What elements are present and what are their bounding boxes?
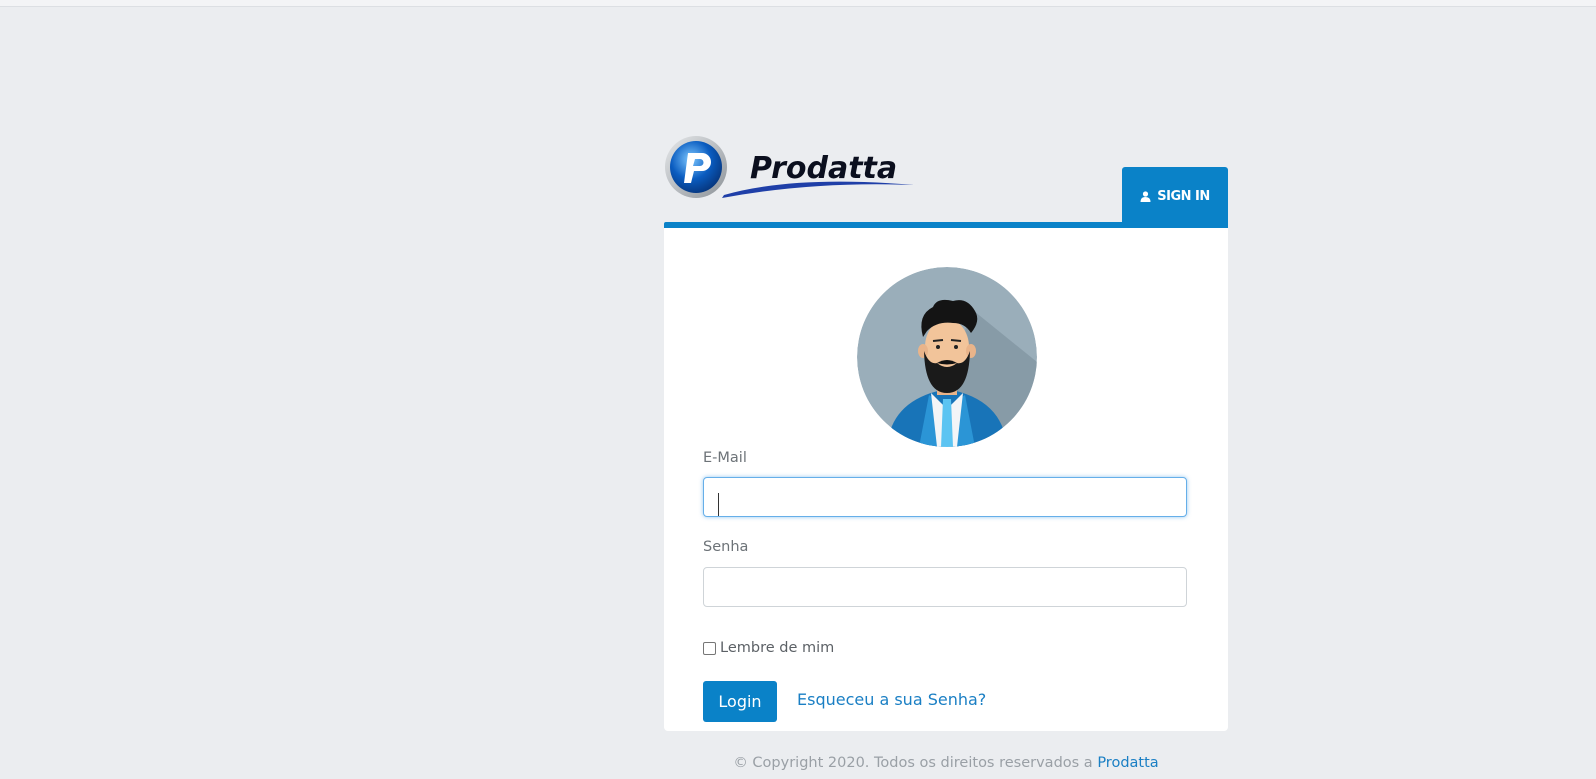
password-field[interactable] — [703, 567, 1187, 607]
prodatta-logo: Prodatta — [664, 135, 920, 201]
bearded-man-avatar-icon — [857, 267, 1037, 447]
email-field[interactable] — [703, 477, 1187, 517]
logo-text: Prodatta — [750, 151, 897, 186]
user-icon — [1140, 191, 1151, 202]
footer: © Copyright 2020. Todos os direitos rese… — [664, 755, 1228, 771]
tab-sign-in-label: SIGN IN — [1157, 189, 1210, 204]
password-label: Senha — [703, 539, 749, 555]
top-bar — [0, 0, 1596, 7]
remember-me-label: Lembre de mim — [720, 640, 835, 656]
copyright-text: © Copyright 2020. Todos os direitos rese… — [733, 755, 1098, 771]
tab-sign-in[interactable]: SIGN IN — [1122, 167, 1228, 226]
email-label: E-Mail — [703, 450, 747, 466]
company-link[interactable]: Prodatta — [1097, 755, 1158, 771]
login-button[interactable]: Login — [703, 681, 777, 722]
login-card: E-Mail Senha Lembre de mim Login Esquece… — [664, 222, 1228, 731]
remember-me-checkbox[interactable] — [703, 641, 716, 655]
text-caret — [718, 493, 719, 516]
forgot-password-link[interactable]: Esqueceu a sua Senha? — [797, 690, 986, 709]
remember-me[interactable]: Lembre de mim — [703, 640, 834, 656]
